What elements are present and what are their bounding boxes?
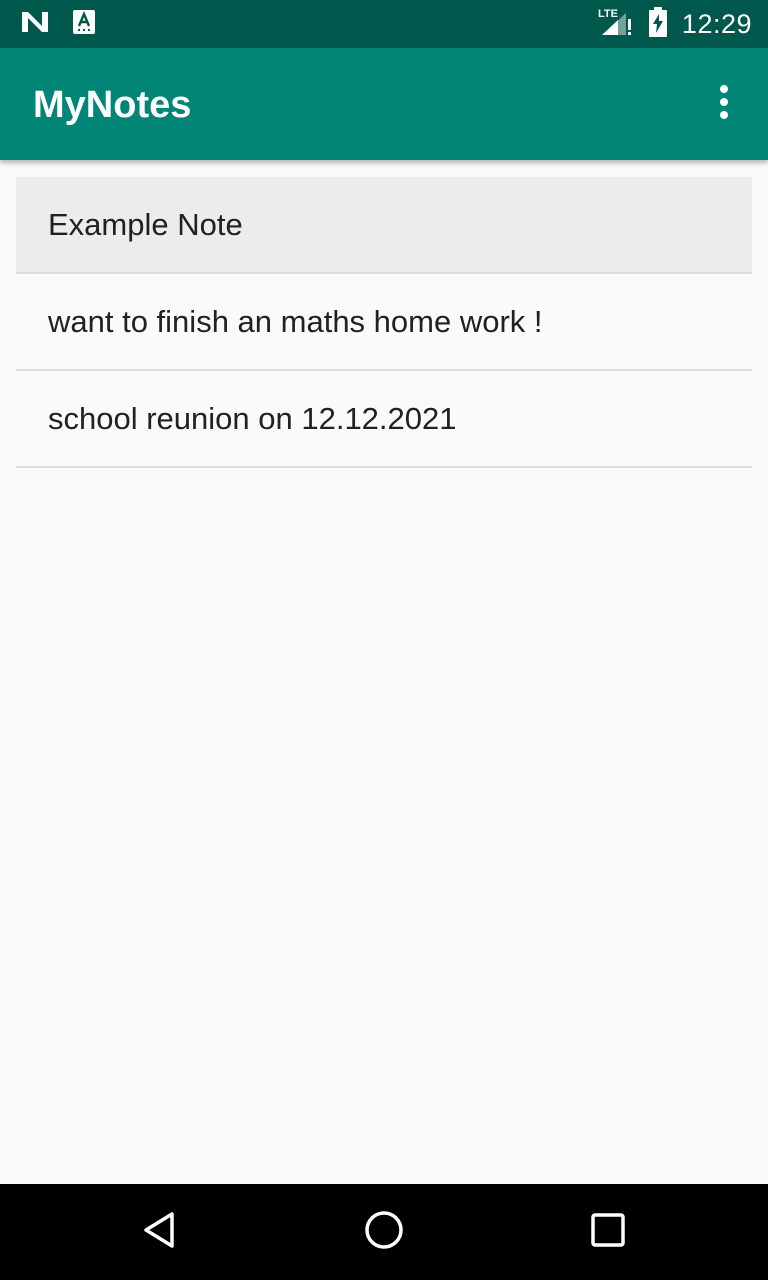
back-button[interactable] [136,1208,184,1256]
battery-charging-icon [648,6,668,42]
note-item[interactable]: Example Note [16,177,752,274]
n-logo-icon [20,10,50,39]
home-button[interactable] [360,1208,408,1256]
network-label: LTE [598,8,618,20]
screen: LTE 12:29 MyNotes Example Note want to f… [0,0,768,1280]
back-icon [140,1210,180,1255]
status-clock: 12:29 [681,8,752,39]
home-icon [363,1209,405,1256]
recents-button[interactable] [584,1208,632,1256]
app-title: MyNotes [33,84,192,126]
overflow-menu-button[interactable] [700,78,748,130]
status-left-icons [20,9,96,40]
note-text: school reunion on 12.12.2021 [48,400,457,436]
status-bar: LTE 12:29 [0,0,768,48]
status-right-icons: LTE 12:29 [598,0,752,48]
note-text: want to finish an maths home work ! [48,303,543,339]
recents-icon [589,1211,627,1254]
notes-list: Example Note want to finish an maths hom… [16,177,752,468]
note-item[interactable]: want to finish an maths home work ! [16,274,752,371]
note-item[interactable]: school reunion on 12.12.2021 [16,371,752,468]
note-text: Example Note [48,206,243,242]
more-vert-icon [718,84,730,125]
navigation-bar [0,1184,768,1280]
lte-signal-icon: LTE [598,7,634,42]
a-keyboard-icon [72,9,96,40]
app-bar: MyNotes [0,48,768,160]
